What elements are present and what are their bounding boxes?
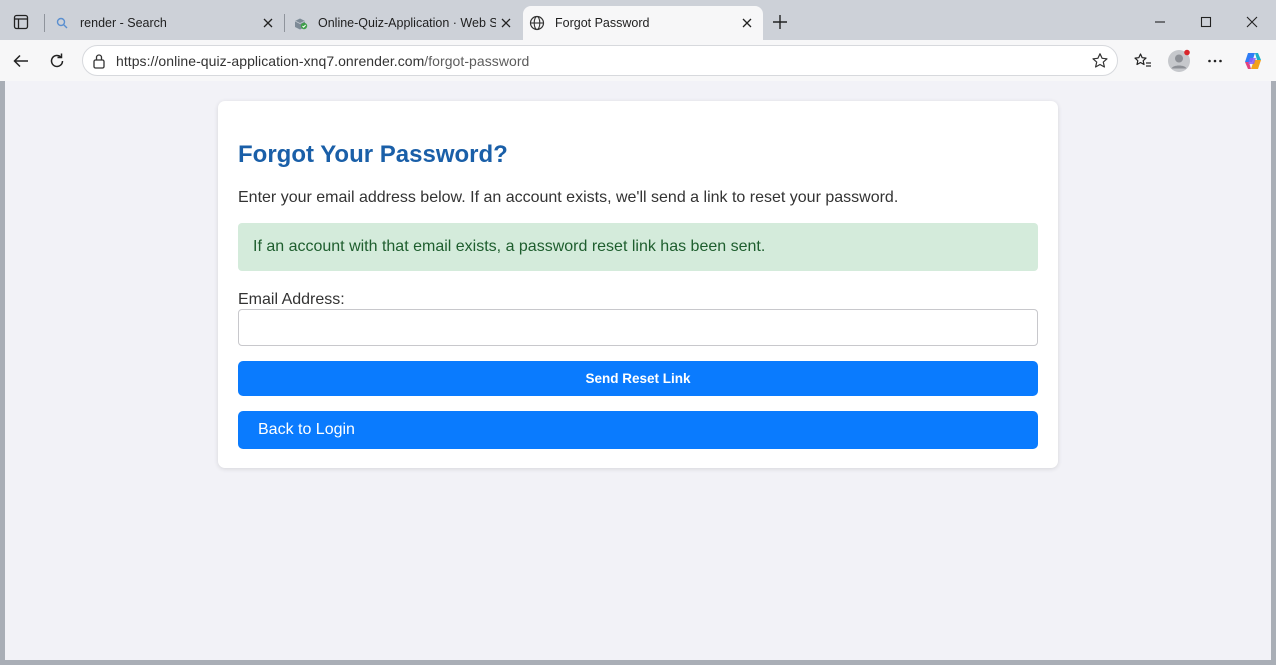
tab-separator xyxy=(44,14,45,32)
tab-separator xyxy=(284,14,285,32)
url-text[interactable]: https://online-quiz-application-xnq7.onr… xyxy=(116,53,529,69)
send-reset-link-button[interactable]: Send Reset Link xyxy=(238,361,1038,396)
tab-title: Online-Quiz-Application · Web Se xyxy=(318,16,496,30)
close-window-button[interactable] xyxy=(1240,10,1264,34)
refresh-button[interactable] xyxy=(44,48,70,74)
alert-message: If an account with that email exists, a … xyxy=(253,238,766,255)
back-button[interactable] xyxy=(8,48,34,74)
forgot-password-card: Forgot Your Password? Enter your email a… xyxy=(218,101,1058,468)
address-bar[interactable]: https://online-quiz-application-xnq7.onr… xyxy=(82,45,1118,76)
settings-more-button[interactable] xyxy=(1202,48,1228,74)
url-path: /forgot-password xyxy=(424,53,530,69)
minimize-icon xyxy=(1155,21,1165,23)
tab-online-quiz-application[interactable]: Online-Quiz-Application · Web Se xyxy=(286,6,522,40)
refresh-icon xyxy=(50,53,64,68)
page-title: Forgot Your Password? xyxy=(238,141,508,168)
close-tab-icon[interactable] xyxy=(498,15,514,31)
arrow-left-icon xyxy=(13,54,28,68)
url-host: https://online-quiz-application-xnq7.onr… xyxy=(116,53,425,69)
lock-icon[interactable] xyxy=(92,53,106,69)
instructions-text: Enter your email address below. If an ac… xyxy=(238,189,899,206)
tab-strip: render - Search Online-Quiz-Application … xyxy=(0,0,1276,42)
success-alert: If an account with that email exists, a … xyxy=(238,223,1038,271)
search-icon xyxy=(54,15,70,31)
copilot-icon xyxy=(1245,53,1261,69)
sidebar-layout-icon xyxy=(13,14,29,30)
close-tab-icon[interactable] xyxy=(739,15,755,31)
render-cube-icon xyxy=(292,15,308,31)
tab-render-search[interactable]: render - Search xyxy=(46,6,284,40)
profile-button[interactable] xyxy=(1166,48,1192,74)
email-label: Email Address: xyxy=(238,291,345,308)
favorites-button[interactable] xyxy=(1130,48,1156,74)
copilot-button[interactable] xyxy=(1240,48,1266,74)
tab-title: Forgot Password xyxy=(555,16,650,30)
browser-toolbar: https://online-quiz-application-xnq7.onr… xyxy=(0,40,1276,81)
globe-icon xyxy=(529,15,545,31)
tab-forgot-password[interactable]: Forgot Password xyxy=(523,6,763,40)
tab-title: render - Search xyxy=(80,16,167,30)
back-to-login-link[interactable]: Back to Login xyxy=(238,411,1038,449)
new-tab-button[interactable] xyxy=(770,12,790,32)
minimize-button[interactable] xyxy=(1148,10,1172,34)
plus-icon xyxy=(773,15,787,29)
favorites-star-list-icon xyxy=(1134,53,1151,67)
add-favorite-star-icon[interactable] xyxy=(1091,52,1109,70)
more-horizontal-icon xyxy=(1208,59,1222,63)
close-tab-icon[interactable] xyxy=(260,15,276,31)
maximize-icon xyxy=(1200,16,1212,28)
email-field[interactable] xyxy=(238,309,1038,346)
avatar xyxy=(1168,49,1190,72)
maximize-button[interactable] xyxy=(1194,10,1218,34)
page-viewport: Forgot Your Password? Enter your email a… xyxy=(5,81,1271,660)
close-icon xyxy=(1246,16,1258,28)
tab-actions-button[interactable] xyxy=(8,10,34,34)
